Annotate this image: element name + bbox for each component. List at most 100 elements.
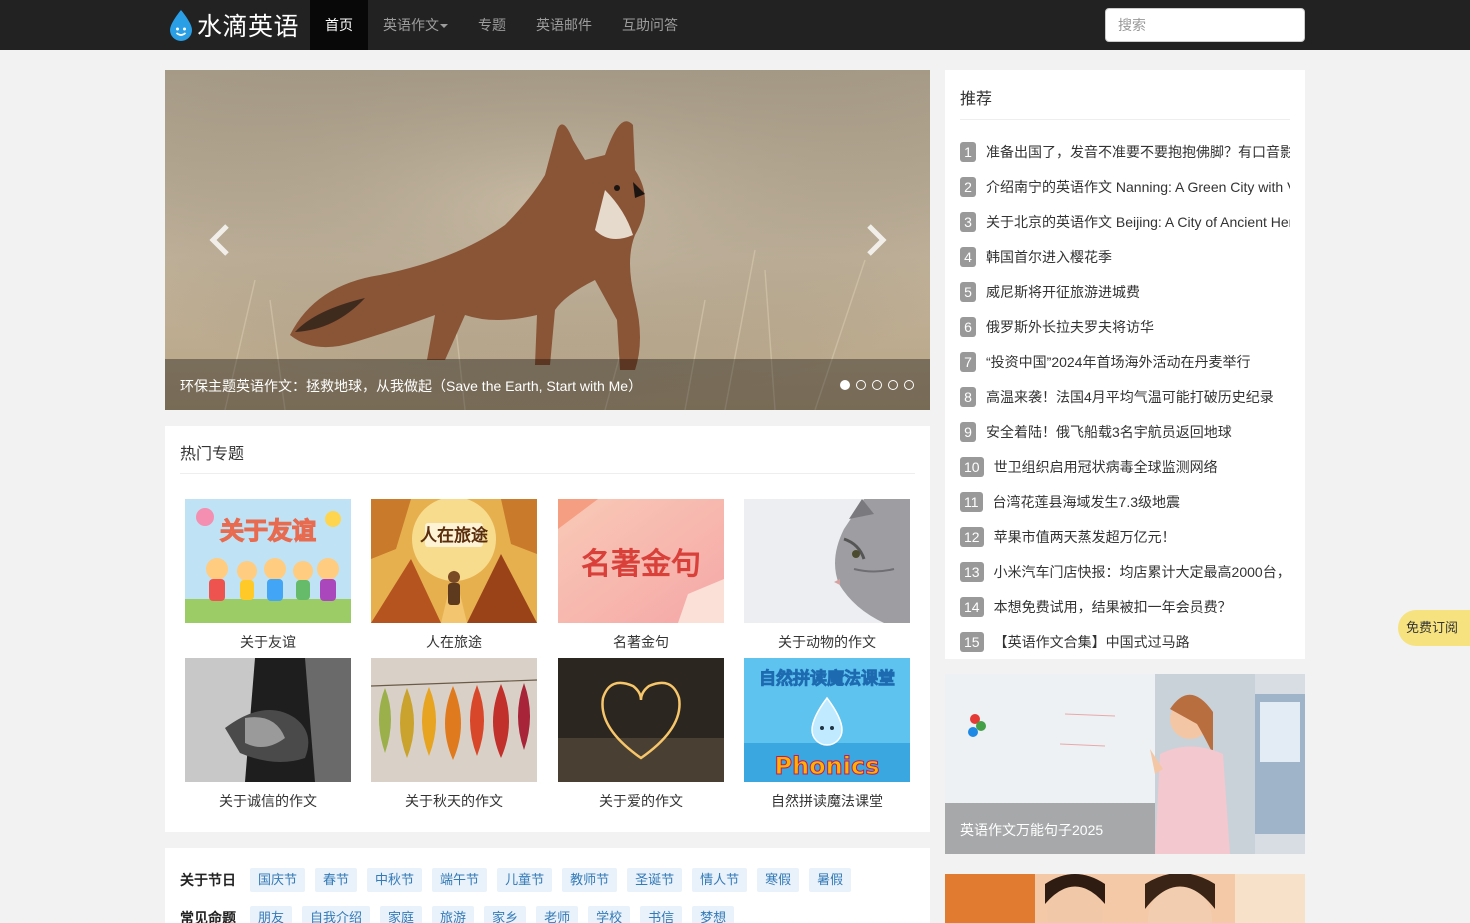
heart-lights-thumb	[558, 658, 724, 782]
topic-tile-animals[interactable]: 关于动物的作文	[744, 499, 910, 652]
tag-link[interactable]: 寒假	[757, 868, 800, 892]
recommend-link[interactable]: 世卫组织启用冠状病毒全球监测网络	[994, 457, 1218, 477]
carousel-dot[interactable]	[904, 380, 914, 390]
tag-link[interactable]: 儿童节	[497, 868, 553, 892]
hero-carousel[interactable]: 环保主题英语作文：拯救地球，从我做起（Save the Earth, Start…	[165, 70, 930, 410]
recommend-link[interactable]: 高温来袭！法国4月平均气温可能打破历史纪录	[986, 387, 1274, 407]
tag-link[interactable]: 教师节	[562, 868, 618, 892]
recommend-item[interactable]: 8 高温来袭！法国4月平均气温可能打破历史纪录	[960, 379, 1290, 414]
topic-tile-travel[interactable]: 人在旅途 人在旅途	[371, 499, 537, 652]
tag-row-heading: 关于节日	[180, 872, 236, 888]
tag-link[interactable]: 春节	[315, 868, 358, 892]
carousel-next-button[interactable]	[855, 220, 895, 260]
phonics-thumb-title: 自然拼读魔法课堂	[759, 668, 895, 689]
topic-label: 关于友谊	[240, 634, 296, 650]
rank-badge: 10	[960, 456, 984, 477]
tag-link[interactable]: 学校	[588, 906, 631, 923]
tag-link[interactable]: 老师	[536, 906, 579, 923]
recommend-item[interactable]: 4 韩国首尔进入樱花季	[960, 239, 1290, 274]
topic-tile-autumn[interactable]: 关于秋天的作文	[371, 658, 537, 811]
students-photo	[945, 874, 1305, 923]
recommend-link[interactable]: 本想免费试用，结果被扣一年会员费？	[994, 597, 1232, 617]
topic-label: 人在旅途	[426, 634, 482, 650]
recommend-item[interactable]: 7 “投资中国”2024年首场海外活动在丹麦举行	[960, 344, 1290, 379]
free-subscribe-button[interactable]: 免费订阅	[1398, 610, 1470, 646]
sentence-ad-banner[interactable]: 英语作文万能句子2025	[945, 674, 1305, 854]
recommend-link[interactable]: 韩国首尔进入樱花季	[986, 247, 1112, 267]
recommend-item[interactable]: 10 世卫组织启用冠状病毒全球监测网络	[960, 449, 1290, 484]
tag-link[interactable]: 暑假	[809, 868, 852, 892]
tag-link[interactable]: 国庆节	[250, 868, 306, 892]
recommend-item[interactable]: 9 安全着陆！俄飞船载3名宇航员返回地球	[960, 414, 1290, 449]
recommend-item[interactable]: 12 苹果市值两天蒸发超万亿元！	[960, 519, 1290, 554]
tag-row-common-topics: 常见命题 朋友 自我介绍 家庭 旅游 家乡 老师 学校 书信 梦想	[180, 906, 744, 923]
recommend-item[interactable]: 13 小米汽车门店快报：均店累计大定最高2000台，	[960, 554, 1290, 589]
carousel-dot[interactable]	[888, 380, 898, 390]
recommend-link[interactable]: 俄罗斯外长拉夫罗夫将访华	[986, 317, 1154, 337]
tag-link[interactable]: 自我介绍	[302, 906, 371, 923]
recommend-item[interactable]: 2 介绍南宁的英语作文 Nanning: A Green City with V	[960, 169, 1290, 204]
topic-tile-love[interactable]: 关于爱的作文	[558, 658, 724, 811]
carousel-caption[interactable]: 环保主题英语作文：拯救地球，从我做起（Save the Earth, Start…	[180, 376, 642, 396]
rank-badge: 8	[960, 386, 976, 407]
recommend-item[interactable]: 6 俄罗斯外长拉夫罗夫将访华	[960, 309, 1290, 344]
recommend-link[interactable]: 介绍南宁的英语作文 Nanning: A Green City with V	[986, 177, 1290, 197]
topic-tile-phonics[interactable]: 自然拼读魔法课堂 Phonics 自然拼读魔法课堂	[744, 658, 910, 811]
recommend-item[interactable]: 15 【英语作文合集】中国式过马路	[960, 624, 1290, 659]
nav-topics-label: 专题	[478, 17, 506, 33]
tag-link[interactable]: 家乡	[484, 906, 527, 923]
topic-tile-quotes[interactable]: 名著金句 名著金句	[558, 499, 724, 652]
tag-link[interactable]: 家庭	[380, 906, 423, 923]
topic-tile-friendship[interactable]: 关于友谊 关于友谊	[185, 499, 351, 652]
tag-link[interactable]: 梦想	[692, 906, 735, 923]
carousel-dot[interactable]	[872, 380, 882, 390]
nav-home[interactable]: 首页	[310, 0, 368, 50]
carousel-dot[interactable]	[856, 380, 866, 390]
recommend-link[interactable]: 准备出国了，发音不准要不要抱抱佛脚？有口音影	[986, 142, 1290, 162]
search-input[interactable]	[1105, 8, 1305, 42]
nav-emails[interactable]: 英语邮件	[521, 0, 607, 50]
nav-topics[interactable]: 专题	[463, 0, 521, 50]
carousel-prev-button[interactable]	[201, 220, 241, 260]
recommend-link[interactable]: 安全着陆！俄飞船载3名宇航员返回地球	[986, 422, 1232, 442]
nav-essays[interactable]: 英语作文	[368, 0, 463, 50]
tag-link[interactable]: 书信	[640, 906, 683, 923]
recommend-link[interactable]: 小米汽车门店快报：均店累计大定最高2000台，	[994, 562, 1290, 582]
recommend-item[interactable]: 1 准备出国了，发音不准要不要抱抱佛脚？有口音影	[960, 134, 1290, 169]
recommend-title: 推荐	[960, 91, 993, 108]
carousel-caption-bar: 环保主题英语作文：拯救地球，从我做起（Save the Earth, Start…	[165, 359, 930, 410]
carousel-dot[interactable]	[840, 380, 850, 390]
recommend-item[interactable]: 14 本想免费试用，结果被扣一年会员费？	[960, 589, 1290, 624]
tag-link[interactable]: 旅游	[432, 906, 475, 923]
topic-tile-honesty[interactable]: 关于诚信的作文	[185, 658, 351, 811]
recommend-link[interactable]: 关于北京的英语作文 Beijing: A City of Ancient Her	[986, 212, 1290, 232]
recommend-link[interactable]: 台湾花莲县海域发生7.3级地震	[993, 492, 1180, 512]
tag-row-festivals: 关于节日 国庆节 春节 中秋节 端午节 儿童节 教师节 圣诞节 情人节 寒假 暑…	[180, 868, 861, 892]
recommend-link[interactable]: 【英语作文合集】中国式过马路	[994, 632, 1190, 652]
tag-link[interactable]: 端午节	[432, 868, 488, 892]
quotes-thumb: 名著金句	[558, 499, 724, 623]
divider	[960, 119, 1290, 120]
recommend-link[interactable]: 苹果市值两天蒸发超万亿元！	[994, 527, 1176, 547]
rank-badge: 7	[960, 351, 976, 372]
tag-link[interactable]: 情人节	[692, 868, 748, 892]
phonics-thumb: 自然拼读魔法课堂 Phonics	[744, 658, 910, 782]
tag-link[interactable]: 朋友	[250, 906, 293, 923]
recommend-link[interactable]: 威尼斯将开征旅游进城费	[986, 282, 1140, 302]
recommend-item[interactable]: 11 台湾花莲县海域发生7.3级地震	[960, 484, 1290, 519]
hot-topics-panel: 热门专题 关于友谊 关于友谊 人在旅途 人在旅途 名著金句 名著金句 关于动物的…	[165, 426, 930, 832]
recommend-item[interactable]: 3 关于北京的英语作文 Beijing: A City of Ancient He…	[960, 204, 1290, 239]
tag-link[interactable]: 中秋节	[367, 868, 423, 892]
recommend-link[interactable]: “投资中国”2024年首场海外活动在丹麦举行	[986, 352, 1250, 372]
rank-badge: 5	[960, 281, 976, 302]
nav-qa[interactable]: 互助问答	[607, 0, 693, 50]
top-navbar: 水滴英语 首页 英语作文 专题 英语邮件 互助问答	[0, 0, 1470, 50]
site-logo[interactable]: 水滴英语	[168, 8, 299, 42]
quotes-thumb-text: 名著金句	[581, 547, 701, 582]
recommend-item[interactable]: 5 威尼斯将开征旅游进城费	[960, 274, 1290, 309]
second-ad-banner[interactable]	[945, 874, 1305, 923]
chevron-right-icon	[867, 224, 887, 256]
nav-home-label: 首页	[325, 17, 353, 33]
travel-thumb: 人在旅途	[371, 499, 537, 623]
tag-link[interactable]: 圣诞节	[627, 868, 683, 892]
